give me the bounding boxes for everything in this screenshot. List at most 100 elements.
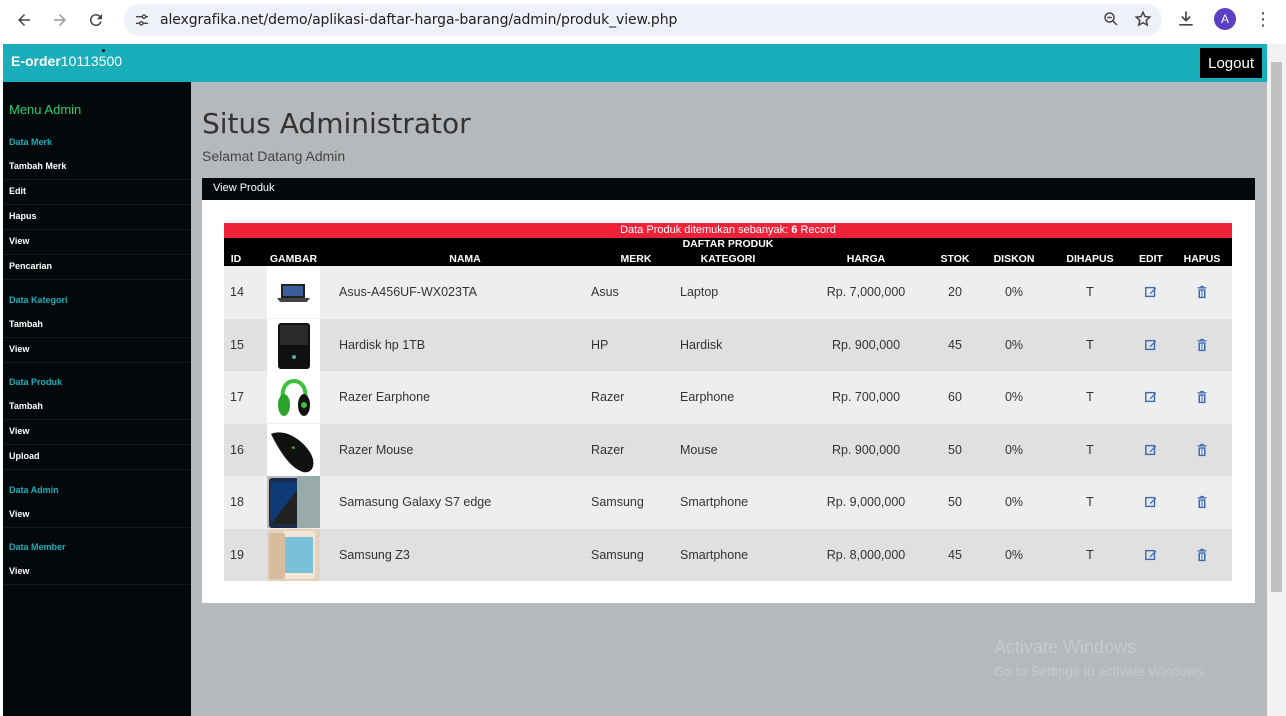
sidebar-item-hapus-merk[interactable]: Hapus — [3, 205, 191, 230]
delete-button[interactable] — [1180, 371, 1224, 424]
brand-name: E-order — [11, 53, 61, 69]
delete-button[interactable] — [1180, 319, 1224, 372]
cell-kategori: Smartphone — [680, 495, 749, 510]
cell-harga: Rp. 9,000,000 — [826, 495, 906, 510]
cell-merk: Razer — [591, 390, 625, 405]
cell-harga: Rp. 900,000 — [831, 337, 901, 352]
delete-button[interactable] — [1180, 266, 1224, 319]
edit-icon — [1144, 548, 1158, 562]
cell-dihapus: T — [1086, 495, 1094, 510]
cell-diskon: 0% — [1004, 442, 1024, 457]
table-row: 18 Samasung Galaxy S7 edge Samsung Smartpho… — [224, 476, 1232, 529]
edit-icon — [1144, 495, 1158, 509]
page-scrollbar[interactable] — [1267, 44, 1286, 716]
cell-merk: Samsung — [591, 495, 644, 510]
sidebar: Menu Admin Data Merk Tambah Merk Edit Ha… — [3, 82, 191, 716]
edit-button[interactable] — [1134, 319, 1168, 372]
sidebar-item-tambah-produk[interactable]: Tambah — [3, 395, 191, 420]
delete-button[interactable] — [1180, 424, 1224, 477]
trash-icon — [1195, 495, 1209, 509]
sidebar-title: Menu Admin — [9, 102, 82, 117]
cell-diskon: 0% — [1004, 390, 1024, 405]
profile-avatar[interactable]: A — [1214, 8, 1236, 30]
reload-button[interactable] — [78, 2, 114, 38]
bookmark-star-icon[interactable] — [1134, 10, 1152, 28]
sidebar-item-tambah-kategori[interactable]: Tambah — [3, 313, 191, 338]
cell-stok: 45 — [948, 337, 962, 352]
zoom-icon[interactable] — [1102, 10, 1120, 28]
edit-icon — [1144, 285, 1158, 299]
main-content: Situs Administrator Selamat Datang Admin… — [191, 82, 1267, 716]
section-data-produk: Data Produk — [9, 377, 63, 387]
edit-icon — [1144, 338, 1158, 352]
sidebar-item-view-kategori[interactable]: View — [3, 338, 191, 363]
back-button[interactable] — [6, 2, 42, 38]
delete-button[interactable] — [1180, 529, 1224, 582]
cell-harga: Rp. 8,000,000 — [826, 547, 906, 562]
product-image — [267, 528, 320, 581]
table-row: 14 Asus-A456UF-WX023TA Asus Laptop Rp. 7,000… — [224, 266, 1232, 319]
edit-button[interactable] — [1134, 424, 1168, 477]
cell-id: 15 — [230, 337, 244, 352]
sidebar-item-pencarian-merk[interactable]: Pencarian — [3, 255, 191, 280]
trash-icon — [1195, 443, 1209, 457]
table-caption: DAFTAR PRODUK — [682, 238, 774, 250]
record-count-banner: Data Produk ditemukan sebanyak: 6 Record — [224, 223, 1232, 238]
sidebar-item-view-produk[interactable]: View — [3, 420, 191, 445]
table-row: 17 Razer Earphone Razer Earphone Rp. 700,000… — [224, 371, 1232, 424]
cursor-dot — [102, 49, 105, 52]
site-info-icon[interactable] — [124, 4, 160, 36]
cell-nama: Samasung Galaxy S7 edge — [339, 495, 492, 510]
edit-button[interactable] — [1134, 476, 1168, 529]
sidebar-item-view-member[interactable]: View — [3, 560, 191, 585]
sidebar-item-view-admin[interactable]: View — [3, 503, 191, 528]
col-kategori: KATEGORI — [700, 253, 756, 265]
cell-nama: Razer Mouse — [339, 442, 414, 457]
activate-windows-subtitle: Go to Settings to activate Windows. — [994, 664, 1208, 679]
cell-merk: Razer — [591, 442, 625, 457]
col-hapus: HAPUS — [1183, 253, 1221, 265]
cell-diskon: 0% — [1004, 495, 1024, 510]
scrollbar-thumb[interactable] — [1271, 62, 1282, 592]
sidebar-item-tambah-merk[interactable]: Tambah Merk — [3, 155, 191, 180]
cell-diskon: 0% — [1004, 547, 1024, 562]
cell-merk: HP — [591, 337, 609, 352]
cell-id: 16 — [230, 442, 244, 457]
section-data-kategori: Data Kategori — [9, 295, 68, 305]
table-row: 19 Samsung Z3 Samsung Smartphone Rp. 8,000,0… — [224, 528, 1232, 582]
page: E-order10113500 Logout Menu Admin Data M… — [3, 44, 1267, 716]
edit-button[interactable] — [1134, 371, 1168, 424]
address-bar[interactable]: alexgrafika.net/demo/aplikasi-daftar-har… — [124, 4, 1162, 36]
col-diskon: DISKON — [993, 253, 1035, 265]
forward-button[interactable] — [42, 2, 78, 38]
delete-button[interactable] — [1180, 476, 1224, 529]
logout-button[interactable]: Logout — [1200, 48, 1262, 78]
edit-button[interactable] — [1134, 529, 1168, 582]
product-image — [267, 476, 320, 528]
cell-dihapus: T — [1086, 547, 1094, 562]
cell-kategori: Hardisk — [680, 337, 723, 352]
cell-stok: 50 — [948, 495, 962, 510]
sidebar-item-edit-merk[interactable]: Edit — [3, 180, 191, 205]
url-text[interactable]: alexgrafika.net/demo/aplikasi-daftar-har… — [160, 12, 677, 28]
col-stok: STOK — [940, 253, 970, 265]
col-id: ID — [230, 253, 242, 265]
back-arrow-icon — [18, 14, 30, 26]
panel-body: Data Produk ditemukan sebanyak: 6 Record… — [202, 200, 1255, 603]
brand[interactable]: E-order10113500 — [11, 53, 122, 69]
col-dihapus: DIHAPUS — [1066, 253, 1114, 265]
table-header: DAFTAR PRODUK ID GAMBAR NAMA MERK KATEGO… — [224, 238, 1232, 266]
sidebar-item-view-merk[interactable]: View — [3, 230, 191, 255]
trash-icon — [1195, 338, 1209, 352]
reload-icon — [89, 14, 102, 27]
cell-stok: 50 — [948, 442, 962, 457]
banner-prefix: Data Produk ditemukan sebanyak: — [620, 224, 792, 236]
table-row: 15 Hardisk hp 1TB HP Hardisk Rp. 900,000 45 0%… — [224, 318, 1232, 372]
cell-kategori: Earphone — [680, 390, 735, 405]
download-icon[interactable] — [1176, 9, 1196, 29]
topbar: E-order10113500 Logout — [3, 44, 1267, 82]
browser-menu-icon[interactable]: ⋮ — [1254, 10, 1272, 28]
sidebar-item-upload-produk[interactable]: Upload — [3, 445, 191, 470]
edit-button[interactable] — [1134, 266, 1168, 319]
col-merk: MERK — [620, 253, 652, 265]
